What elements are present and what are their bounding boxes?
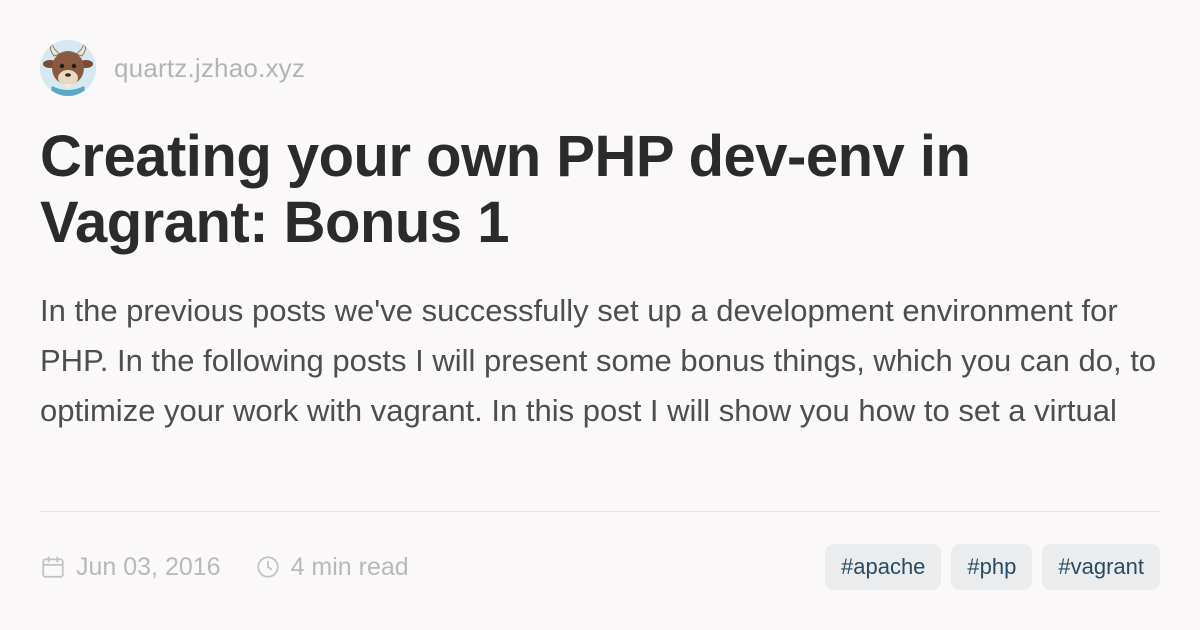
- og-card: quartz.jzhao.xyz Creating your own PHP d…: [0, 0, 1200, 630]
- article-footer: Jun 03, 2016 4 min read #apache #php #va…: [40, 544, 1160, 590]
- read-time: 4 min read: [255, 553, 409, 582]
- goat-avatar-icon: [40, 40, 96, 96]
- clock-icon: [255, 554, 281, 580]
- article-meta: Jun 03, 2016 4 min read: [40, 553, 409, 582]
- tag-vagrant[interactable]: #vagrant: [1042, 544, 1160, 590]
- calendar-icon: [40, 554, 66, 580]
- read-time-text: 4 min read: [290, 552, 409, 581]
- tag-apache[interactable]: #apache: [825, 544, 942, 590]
- article-title: Creating your own PHP dev-env in Vagrant…: [40, 124, 971, 255]
- publish-date: Jun 03, 2016: [40, 553, 221, 582]
- tag-php[interactable]: #php: [951, 544, 1033, 590]
- tag-list: #apache #php #vagrant: [815, 544, 1160, 590]
- article-description: In the previous posts we've successfully…: [40, 293, 1157, 448]
- divider: [40, 511, 1160, 512]
- site-name[interactable]: quartz.jzhao.xyz: [114, 53, 305, 84]
- publish-date-text: Jun 03, 2016: [76, 552, 221, 581]
- site-header: quartz.jzhao.xyz: [40, 40, 1160, 96]
